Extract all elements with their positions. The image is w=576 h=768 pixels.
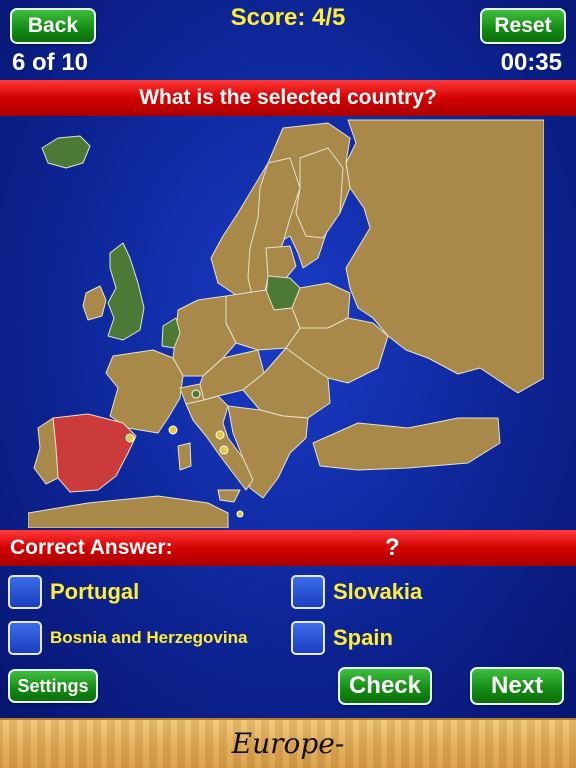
country-estonia-latvia[interactable] <box>265 245 297 279</box>
country-france[interactable] <box>105 349 184 434</box>
country-uk[interactable] <box>107 242 145 341</box>
country-north-africa[interactable] <box>27 495 229 529</box>
question-bar: What is the selected country? <box>0 80 576 116</box>
choice-label: Slovakia <box>333 579 423 604</box>
choice-label: Bosnia and Herzegovina <box>50 628 248 647</box>
country-finland[interactable] <box>295 147 344 239</box>
choice-label: Portugal <box>50 579 140 604</box>
region-title: Europe- <box>231 727 345 760</box>
marker-malta[interactable] <box>236 510 244 518</box>
answer-value: ? <box>385 534 400 561</box>
choice-spain[interactable]: Spain <box>291 621 393 655</box>
choice-checkbox[interactable] <box>8 575 42 609</box>
country-ireland[interactable] <box>82 285 107 321</box>
choice-checkbox[interactable] <box>8 621 42 655</box>
choice-bosnia[interactable]: Bosnia and Herzegovina <box>8 621 247 655</box>
country-turkey[interactable] <box>312 417 501 471</box>
choice-slovakia[interactable]: Slovakia <box>291 575 422 609</box>
marker-san-marino[interactable] <box>215 430 225 440</box>
map-svg[interactable] <box>27 118 545 529</box>
choice-portugal[interactable]: Portugal <box>8 575 139 609</box>
choice-checkbox[interactable] <box>291 575 325 609</box>
country-portugal[interactable] <box>33 417 59 485</box>
answer-label: Correct Answer: <box>10 536 173 559</box>
country-iceland[interactable] <box>41 135 91 169</box>
choice-label: Spain <box>333 625 393 650</box>
reset-button[interactable]: Reset <box>480 8 566 44</box>
country-spain[interactable] <box>52 413 137 493</box>
marker-andorra[interactable] <box>125 433 135 443</box>
marker-vatican[interactable] <box>219 445 229 455</box>
wood-banner: Europe- <box>0 718 576 768</box>
question-progress: 6 of 10 <box>12 49 89 76</box>
choice-checkbox[interactable] <box>291 621 325 655</box>
timer: 00:35 <box>500 49 562 76</box>
marker-liechtenstein[interactable] <box>191 389 201 399</box>
settings-button[interactable]: Settings <box>8 669 98 703</box>
europe-map[interactable] <box>27 118 545 529</box>
country-balkans[interactable] <box>227 405 309 499</box>
country-sicily[interactable] <box>217 489 241 503</box>
country-sardinia[interactable] <box>177 442 192 471</box>
marker-monaco[interactable] <box>168 425 178 435</box>
answer-bar: Correct Answer: ? <box>0 530 576 566</box>
check-button[interactable]: Check <box>338 667 432 705</box>
next-button[interactable]: Next <box>470 667 564 705</box>
